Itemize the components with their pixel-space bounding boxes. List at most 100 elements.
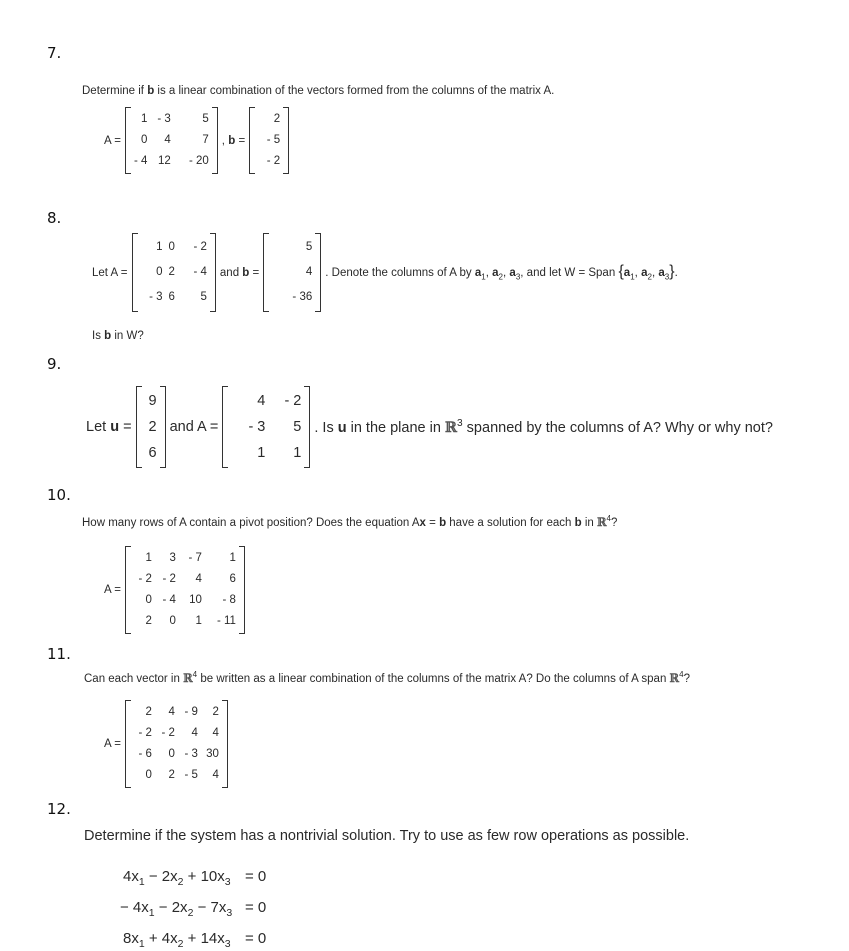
- matrix-entry: - 3: [184, 748, 198, 760]
- text-fragment: 3: [224, 938, 231, 950]
- text-fragment: 4x: [123, 868, 139, 885]
- matrix-entry: 1: [195, 615, 202, 627]
- matrix-a: 10- 2 02- 4 - 365: [131, 233, 217, 312]
- matrix-entry: 5: [200, 291, 207, 303]
- span-definition: . Denote the columns of A by a1, a2, a3,…: [325, 263, 678, 281]
- matrix-entry: 0: [145, 594, 152, 606]
- problem-number: 10.: [47, 486, 71, 504]
- problem-7-equation: A = 1 - 3 5 0 4 7 - 4 12 - 20 , b = 2 - 5 - 2: [104, 107, 293, 174]
- text-fragment: A =: [104, 738, 121, 750]
- matrix-entry: 4: [305, 266, 313, 278]
- matrix-entry: 3: [169, 552, 176, 564]
- equation-row: − 4x1 − 2x2 − 7x3 = 0: [120, 899, 266, 919]
- matrix-entry: - 2: [266, 155, 281, 167]
- text-fragment: + 4x: [144, 930, 178, 947]
- text-fragment: .: [674, 267, 678, 280]
- matrix-entry: 2: [168, 769, 175, 781]
- matrix-entry: 7: [202, 134, 209, 146]
- matrix-entry: - 4: [133, 155, 148, 167]
- problem-number: 12.: [47, 800, 71, 818]
- text-fragment: ℝ: [669, 670, 680, 685]
- text-fragment: spanned by the columns of A? Why or why …: [462, 419, 773, 436]
- problem-9-equation: Let u = 9 2 6 and A = 4 - 2 - 3 5 1 1 . Is …: [86, 386, 773, 468]
- problem-prompt: Determine if the system has a nontrivial…: [84, 828, 690, 844]
- matrix-entry: 4: [212, 727, 219, 739]
- matrix-entry: 2: [145, 615, 152, 627]
- matrix-entry: - 5: [266, 134, 281, 146]
- text-fragment: b: [242, 266, 250, 279]
- vector-b: 2 - 5 - 2: [249, 107, 290, 174]
- equation-row: 4x1 − 2x2 + 10x3 = 0: [123, 868, 266, 888]
- problem-10-equation: A = 1 3 - 7 1 - 2 - 2 4 6 0 - 4 10 - 8 2 0 1 - 11: [104, 546, 249, 634]
- matrix-entry: 4: [257, 393, 266, 409]
- problem-number: 7.: [47, 44, 62, 62]
- text-fragment: ?: [611, 516, 618, 529]
- matrix-entry: 5: [305, 241, 313, 253]
- matrix-entry: - 7: [188, 552, 202, 564]
- text-fragment: − 7x: [193, 899, 227, 916]
- matrix-entry: 2: [212, 706, 219, 718]
- matrix-entry: 12: [158, 155, 171, 167]
- text-fragment: Determine if: [82, 85, 148, 97]
- matrix-entry: - 2: [138, 573, 152, 585]
- matrix-entry: - 3: [248, 419, 266, 435]
- text-fragment: − 2x: [144, 868, 178, 885]
- problem-prompt: Determine if b is a linear combination o…: [82, 85, 554, 97]
- text-fragment: in the plane in: [346, 419, 445, 436]
- matrix-entry: 2: [168, 266, 175, 278]
- text-fragment: = 0: [245, 899, 267, 916]
- matrix-entry: 6: [148, 445, 157, 461]
- matrix-a: 1 - 3 5 0 4 7 - 4 12 - 20: [124, 107, 218, 174]
- matrix-entry: - 5: [184, 769, 198, 781]
- text-fragment: u: [110, 419, 120, 435]
- matrix-entry: 2: [273, 113, 281, 125]
- text-fragment: is a linear combination of the vectors f…: [154, 85, 555, 97]
- problem-number: 8.: [47, 209, 62, 227]
- matrix-entry: - 6: [138, 748, 152, 760]
- matrix-entry: 1: [156, 241, 163, 253]
- matrix-entry: 6: [168, 291, 175, 303]
- matrix-a: 2 4 - 9 2 - 2 - 2 4 4 - 6 0 - 3 30 0 2 - 5 4: [124, 700, 228, 788]
- text-fragment: . Denote the columns of A by: [325, 267, 475, 280]
- matrix-entry: 2: [148, 419, 157, 435]
- matrix-entry: - 2: [284, 393, 302, 409]
- matrix-entry: 1: [140, 113, 148, 125]
- matrix-entry: 0: [169, 615, 176, 627]
- matrix-entry: 0: [168, 748, 175, 760]
- matrix-entry: - 8: [222, 594, 236, 606]
- text-fragment: Let A =: [92, 266, 128, 279]
- text-fragment: Can each vector in: [84, 672, 184, 685]
- problem-number: 9.: [47, 355, 62, 373]
- text-fragment: Is: [92, 330, 105, 342]
- problem-question: Is b in W?: [92, 330, 144, 342]
- vector-b: 5 4 - 36: [263, 233, 322, 312]
- matrix-entry: 0: [145, 769, 152, 781]
- text-fragment: in W?: [111, 330, 144, 342]
- text-fragment: + 10x: [183, 868, 225, 885]
- matrix-entry: 0: [156, 266, 163, 278]
- text-fragment: in: [581, 516, 597, 529]
- plane-question: . Is u in the plane in ℝ3 spanned by the…: [314, 418, 773, 436]
- matrix-entry: 1: [293, 445, 302, 461]
- matrix-entry: 6: [229, 573, 236, 585]
- text-fragment: 3: [226, 907, 233, 919]
- text-fragment: have a solution for each: [446, 516, 575, 529]
- matrix-entry: - 20: [188, 155, 209, 167]
- matrix-entry: 5: [293, 419, 302, 435]
- matrix-entry: - 9: [184, 706, 198, 718]
- matrix-entry: - 2: [162, 573, 176, 585]
- text-fragment: be written as a linear combination of th…: [197, 672, 670, 685]
- text-fragment: Let: [86, 419, 107, 435]
- text-fragment: How many rows of A contain a pivot posit…: [82, 516, 420, 529]
- matrix-entry: 0: [168, 241, 175, 253]
- text-fragment: ℝ: [183, 670, 193, 685]
- text-fragment: =: [425, 516, 440, 529]
- matrix-a: 1 3 - 7 1 - 2 - 2 4 6 0 - 4 10 - 8 2 0 1 - 11: [124, 546, 245, 634]
- text-fragment: A =: [104, 584, 121, 596]
- text-fragment: , and let W = Span: [520, 267, 619, 280]
- matrix-entry: - 2: [161, 727, 175, 739]
- text-fragment: . Is: [314, 419, 338, 436]
- matrix-a: 4 - 2 - 3 5 1 1: [222, 386, 311, 468]
- matrix-entry: 4: [212, 769, 219, 781]
- problem-8-equation: Let A = 10- 2 02- 4 - 365 and b = 5 4 - …: [92, 233, 678, 312]
